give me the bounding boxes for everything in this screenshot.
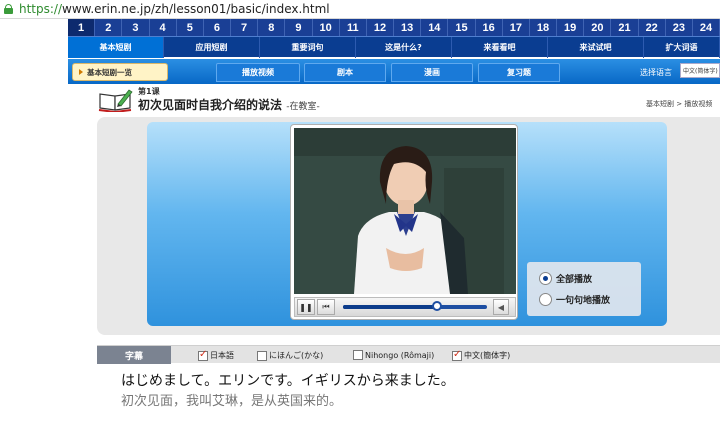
page-title: 初次见面时自我介绍的说法 -在教室- xyxy=(138,96,320,113)
lesson-link-5[interactable]: 5 xyxy=(177,19,204,36)
sub-navigation: 基本短剧一览 播放视频 剧本 漫画 复习题 选择语言 中文(简体字) xyxy=(68,59,720,84)
japanese-label: 日本語 xyxy=(210,351,234,360)
tab-review[interactable]: 复习题 xyxy=(478,63,560,82)
seek-bar[interactable] xyxy=(343,301,487,311)
chinese-checkbox[interactable] xyxy=(452,349,462,361)
skip-back-icon: ⏮ xyxy=(322,302,330,311)
pause-button[interactable]: ❚❚ xyxy=(297,299,315,315)
lesson-link-23[interactable]: 23 xyxy=(666,19,693,36)
romaji-label: Nihongo (Rômaji) xyxy=(365,350,435,360)
play-all-label: 全部播放 xyxy=(556,275,593,285)
language-select[interactable]: 中文(简体字) xyxy=(680,63,720,78)
lesson-link-16[interactable]: 16 xyxy=(476,19,503,36)
seek-progress xyxy=(343,305,437,309)
play-all-radio[interactable] xyxy=(539,272,552,285)
menu-item-key-phrases[interactable]: 重要词句 xyxy=(260,37,356,58)
lesson-link-1[interactable]: 1 xyxy=(68,19,96,36)
play-sentence-label: 一句句地播放 xyxy=(556,296,611,306)
lesson-link-9[interactable]: 9 xyxy=(285,19,313,36)
video-frame[interactable] xyxy=(294,128,516,294)
kana-checkbox[interactable] xyxy=(257,350,267,361)
volume-button[interactable]: ◀ xyxy=(493,299,509,315)
lesson-link-6[interactable]: 6 xyxy=(204,19,232,36)
tab-play-video[interactable]: 播放视频 xyxy=(216,63,300,82)
page-gutter xyxy=(0,19,68,421)
tab-script[interactable]: 剧本 xyxy=(304,63,386,82)
subtitle-tab: 字幕 xyxy=(97,346,171,364)
url-path: www.erin.ne.jp/zh/lesson01/basic/index.h… xyxy=(62,2,330,16)
play-sentence-option[interactable]: 一句句地播放 xyxy=(539,293,610,306)
lesson-link-10[interactable]: 10 xyxy=(313,19,340,36)
seek-handle[interactable] xyxy=(431,301,442,311)
subtitle-options-bar: 字幕 日本語 にほんご(かな) Nihongo (Rômaji) 中文(簡体字) xyxy=(97,345,720,364)
lesson-link-11[interactable]: 11 xyxy=(340,19,367,36)
breadcrumb: 基本短剧 > 播放视频 xyxy=(646,99,712,109)
lesson-header: 第1课 初次见面时自我介绍的说法 -在教室- 基本短剧 > 播放视频 xyxy=(68,85,720,115)
lesson-link-22[interactable]: 22 xyxy=(639,19,666,36)
lesson-title-text: 初次见面时自我介绍的说法 xyxy=(138,98,283,112)
kana-label: にほんご(かな) xyxy=(269,351,324,360)
subtitle-chinese: 初次见面，我叫艾琳，是从英国来的。 xyxy=(121,394,343,409)
lesson-link-21[interactable]: 21 xyxy=(611,19,639,36)
breadcrumb-basic-skit[interactable]: 基本短剧 xyxy=(646,100,674,108)
pause-icon: ❚❚ xyxy=(299,302,313,312)
subtitle-japanese: はじめまして。エリンです。イギリスから来ました。 xyxy=(121,373,455,389)
lesson-link-13[interactable]: 13 xyxy=(394,19,422,36)
lesson-link-20[interactable]: 20 xyxy=(584,19,612,36)
lesson-link-14[interactable]: 14 xyxy=(421,19,449,36)
subtitle-text-area: はじめまして。エリンです。イギリスから来ました。 初次见面，我叫艾琳，是从英国来… xyxy=(97,364,720,421)
lesson-link-3[interactable]: 3 xyxy=(122,19,150,36)
lesson-scene: -在教室- xyxy=(286,102,320,112)
lesson-link-24[interactable]: 24 xyxy=(693,19,720,36)
romaji-checkbox[interactable] xyxy=(353,350,363,360)
address-bar[interactable]: https:// www.erin.ne.jp/zh/lesson01/basi… xyxy=(0,0,720,19)
lesson-link-2[interactable]: 2 xyxy=(95,19,123,36)
lesson-link-4[interactable]: 4 xyxy=(150,19,177,36)
menu-item-what-is-this[interactable]: 这是什么? xyxy=(356,37,452,58)
lesson-link-19[interactable]: 19 xyxy=(557,19,585,36)
book-pencil-icon xyxy=(98,89,133,112)
menu-item-more-words[interactable]: 扩大词语 xyxy=(644,37,720,58)
player-controls: ❚❚ ⏮ ◀ xyxy=(294,297,516,317)
japanese-checkbox[interactable] xyxy=(198,349,208,361)
menu-item-lets-try[interactable]: 来试试吧 xyxy=(548,37,644,58)
japanese-option[interactable]: 日本語 xyxy=(198,349,234,361)
menu-item-applied-skit[interactable]: 应用短剧 xyxy=(164,37,260,58)
play-mode-panel: 全部播放 一句句地播放 xyxy=(527,262,641,316)
language-label: 选择语言 xyxy=(640,68,672,77)
menu-item-lets-look[interactable]: 来看看吧 xyxy=(452,37,548,58)
video-player: ❚❚ ⏮ ◀ xyxy=(290,124,518,320)
lesson-link-18[interactable]: 18 xyxy=(530,19,558,36)
lesson-link-17[interactable]: 17 xyxy=(503,19,530,36)
tab-manga[interactable]: 漫画 xyxy=(391,63,473,82)
lesson-link-8[interactable]: 8 xyxy=(258,19,286,36)
lesson-number-bar: 1 2 3 4 5 6 7 8 9 10 11 12 13 14 15 16 17 18 19 20 21 22 23 24 xyxy=(68,19,720,36)
student-video-image xyxy=(294,128,516,294)
lesson-link-12[interactable]: 12 xyxy=(367,19,395,36)
romaji-option[interactable]: Nihongo (Rômaji) xyxy=(353,350,434,360)
play-all-option[interactable]: 全部播放 xyxy=(539,272,592,285)
chinese-option[interactable]: 中文(簡体字) xyxy=(452,349,511,361)
breadcrumb-play-video: 播放视频 xyxy=(684,100,713,108)
lock-icon xyxy=(4,4,13,14)
chinese-label: 中文(簡体字) xyxy=(464,351,511,360)
main-menu: 基本短剧 应用短剧 重要词句 这是什么? 来看看吧 来试试吧 扩大词语 xyxy=(68,36,720,58)
play-sentence-radio[interactable] xyxy=(539,293,552,306)
video-background: ❚❚ ⏮ ◀ 全部播放 一句句地播放 xyxy=(147,122,667,326)
breadcrumb-separator: > xyxy=(676,100,683,108)
video-stage: ❚❚ ⏮ ◀ 全部播放 一句句地播放 xyxy=(97,117,720,335)
restart-button[interactable]: ⏮ xyxy=(317,299,335,315)
url-scheme: https:// xyxy=(19,2,63,16)
page: 1 2 3 4 5 6 7 8 9 10 11 12 13 14 15 16 17 18 19 20 21 22 23 24 … xyxy=(68,19,720,421)
speaker-icon: ◀ xyxy=(497,302,505,312)
triangle-icon xyxy=(79,69,83,75)
basic-skit-list-link[interactable]: 基本短剧一览 xyxy=(72,63,168,81)
menu-item-basic-skit[interactable]: 基本短剧 xyxy=(68,37,164,58)
kana-option[interactable]: にほんご(かな) xyxy=(257,350,323,361)
lesson-link-7[interactable]: 7 xyxy=(231,19,259,36)
basic-skit-list-label: 基本短剧一览 xyxy=(87,67,132,77)
lesson-link-15[interactable]: 15 xyxy=(448,19,476,36)
